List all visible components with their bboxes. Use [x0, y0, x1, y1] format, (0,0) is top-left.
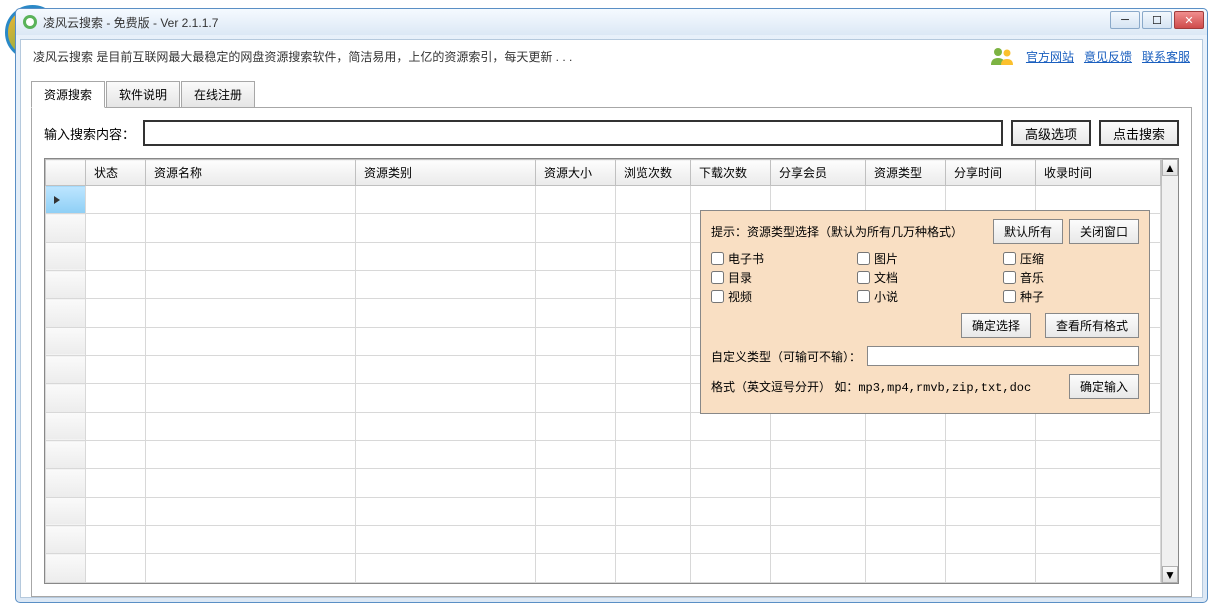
- view-all-formats-button[interactable]: 查看所有格式: [1045, 313, 1139, 338]
- check-ebook[interactable]: 电子书: [711, 250, 847, 267]
- minimize-button[interactable]: ─: [1110, 11, 1140, 29]
- table-row[interactable]: [46, 412, 1161, 440]
- custom-type-input[interactable]: [867, 346, 1139, 366]
- table-row[interactable]: [46, 526, 1161, 554]
- vertical-scrollbar[interactable]: ▲ ▼: [1161, 159, 1178, 583]
- official-site-link[interactable]: 官方网站: [1026, 48, 1074, 65]
- default-all-button[interactable]: 默认所有: [993, 219, 1063, 244]
- scroll-up-icon[interactable]: ▲: [1162, 159, 1178, 176]
- checkbox-video[interactable]: [711, 290, 724, 303]
- check-folder[interactable]: 目录: [711, 269, 847, 286]
- checkbox-novel[interactable]: [857, 290, 870, 303]
- col-type[interactable]: 资源类型: [866, 160, 946, 186]
- checkbox-seed[interactable]: [1003, 290, 1016, 303]
- titlebar[interactable]: 凌风云搜索 - 免费版 - Ver 2.1.1.7 ─ ☐ ✕: [16, 9, 1207, 35]
- col-rowheader[interactable]: [46, 160, 86, 186]
- checkbox-doc[interactable]: [857, 271, 870, 284]
- format-label: 格式（英文逗号分开） 如：mp3,mp4,rmvb,zip,txt,doc: [711, 378, 1031, 395]
- tab-search[interactable]: 资源搜索: [31, 81, 105, 108]
- table-row[interactable]: [46, 469, 1161, 497]
- check-novel[interactable]: 小说: [857, 288, 993, 305]
- type-filter-popup: 提示：资源类型选择（默认为所有几万种格式） 默认所有 关闭窗口 电子书 图片 压…: [700, 210, 1150, 414]
- app-description: 凌风云搜索 是目前互联网最大最稳定的网盘资源搜索软件，简洁易用，上亿的资源索引，…: [33, 48, 572, 65]
- tab-info[interactable]: 软件说明: [106, 81, 180, 108]
- scroll-track[interactable]: [1162, 176, 1178, 566]
- header-links: 官方网站 意见反馈 联系客服: [988, 46, 1190, 66]
- people-icon: [988, 46, 1016, 66]
- advanced-options-button[interactable]: 高级选项: [1011, 120, 1091, 146]
- type-checkbox-grid: 电子书 图片 压缩 目录 文档 音乐 视频 小说 种子: [711, 250, 1139, 305]
- table-row[interactable]: [46, 441, 1161, 469]
- confirm-input-button[interactable]: 确定输入: [1069, 374, 1139, 399]
- close-button[interactable]: ✕: [1174, 11, 1204, 29]
- col-status[interactable]: 状态: [86, 160, 146, 186]
- row-indicator-cell[interactable]: [46, 186, 86, 214]
- check-compress[interactable]: 压缩: [1003, 250, 1139, 267]
- contact-link[interactable]: 联系客服: [1142, 48, 1190, 65]
- maximize-button[interactable]: ☐: [1142, 11, 1172, 29]
- check-video[interactable]: 视频: [711, 288, 847, 305]
- col-views[interactable]: 浏览次数: [616, 160, 691, 186]
- checkbox-folder[interactable]: [711, 271, 724, 284]
- col-size[interactable]: 资源大小: [536, 160, 616, 186]
- tabs: 资源搜索 软件说明 在线注册: [31, 80, 1192, 107]
- search-label: 输入搜索内容：: [44, 124, 135, 143]
- row-indicator-icon: [54, 196, 60, 204]
- window-title: 凌风云搜索 - 免费版 - Ver 2.1.1.7: [43, 14, 218, 31]
- search-row: 输入搜索内容： 高级选项 点击搜索: [44, 120, 1179, 146]
- col-indextime[interactable]: 收录时间: [1036, 160, 1161, 186]
- header-bar: 凌风云搜索 是目前互联网最大最稳定的网盘资源搜索软件，简洁易用，上亿的资源索引，…: [21, 40, 1202, 72]
- confirm-select-button[interactable]: 确定选择: [961, 313, 1031, 338]
- close-popup-button[interactable]: 关闭窗口: [1069, 219, 1139, 244]
- col-sharer[interactable]: 分享会员: [771, 160, 866, 186]
- app-icon: [22, 14, 38, 30]
- checkbox-ebook[interactable]: [711, 252, 724, 265]
- checkbox-compress[interactable]: [1003, 252, 1016, 265]
- checkbox-image[interactable]: [857, 252, 870, 265]
- search-button[interactable]: 点击搜索: [1099, 120, 1179, 146]
- col-category[interactable]: 资源类别: [356, 160, 536, 186]
- check-doc[interactable]: 文档: [857, 269, 993, 286]
- col-downloads[interactable]: 下载次数: [691, 160, 771, 186]
- col-sharetime[interactable]: 分享时间: [946, 160, 1036, 186]
- checkbox-music[interactable]: [1003, 271, 1016, 284]
- tab-register[interactable]: 在线注册: [181, 81, 255, 108]
- custom-type-label: 自定义类型（可输可不输）：: [711, 348, 861, 365]
- search-input[interactable]: [143, 120, 1003, 146]
- feedback-link[interactable]: 意见反馈: [1084, 48, 1132, 65]
- table-row[interactable]: [46, 554, 1161, 583]
- popup-hint: 提示：资源类型选择（默认为所有几万种格式）: [711, 223, 987, 240]
- table-row[interactable]: [46, 497, 1161, 525]
- check-image[interactable]: 图片: [857, 250, 993, 267]
- col-name[interactable]: 资源名称: [146, 160, 356, 186]
- check-music[interactable]: 音乐: [1003, 269, 1139, 286]
- scroll-down-icon[interactable]: ▼: [1162, 566, 1178, 583]
- check-seed[interactable]: 种子: [1003, 288, 1139, 305]
